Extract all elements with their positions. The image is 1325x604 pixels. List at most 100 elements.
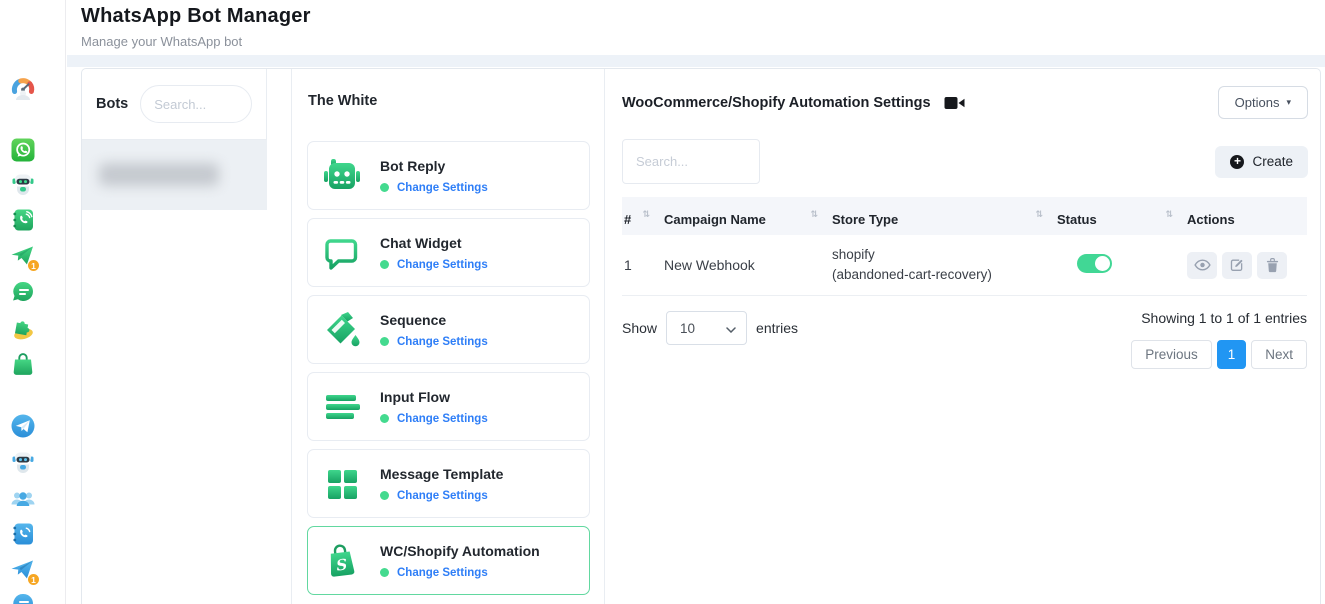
bot-name-title: The White xyxy=(308,93,377,109)
trash-icon xyxy=(1266,258,1279,273)
whatsapp-store-icon[interactable] xyxy=(10,351,36,377)
video-tutorial-icon[interactable] xyxy=(944,95,965,111)
store-type-cell: shopify (abandoned-cart-recovery) xyxy=(832,245,1057,284)
whatsapp-integrations-icon[interactable] xyxy=(10,315,36,341)
shopify-icon: S xyxy=(322,541,362,581)
menu-card-wc-shopify-automation[interactable]: S WC/Shopify Automation Change Settings xyxy=(307,526,590,595)
chevron-down-icon xyxy=(726,321,736,336)
column-header-num[interactable]: #⇅ xyxy=(624,205,664,227)
sort-icon[interactable]: ⇅ xyxy=(1035,210,1043,220)
menu-card-chat-widget[interactable]: Chat Widget Change Settings xyxy=(307,218,590,287)
page-subtitle: Manage your WhatsApp bot xyxy=(81,34,311,49)
status-dot xyxy=(380,414,389,423)
status-dot xyxy=(380,491,389,500)
notification-badge: 1 xyxy=(27,259,40,272)
bots-label: Bots xyxy=(96,96,128,112)
page-size-select[interactable]: 10 xyxy=(666,311,747,345)
whatsapp-chat-icon[interactable] xyxy=(10,279,36,305)
notification-badge: 1 xyxy=(27,573,40,586)
campaign-search-input[interactable] xyxy=(622,139,760,184)
paint-bucket-icon xyxy=(322,310,362,350)
panel-title: WooCommerce/Shopify Automation Settings xyxy=(622,95,965,111)
page-header: WhatsApp Bot Manager Manage your WhatsAp… xyxy=(81,5,311,49)
menu-card-title: Sequence xyxy=(380,312,446,328)
menu-card-bot-reply[interactable]: Bot Reply Change Settings xyxy=(307,141,590,210)
app-icon-rail: 1 xyxy=(0,0,66,604)
page-title: WhatsApp Bot Manager xyxy=(81,5,311,28)
menu-card-input-flow[interactable]: Input Flow Change Settings xyxy=(307,372,590,441)
plus-icon: + xyxy=(1230,155,1244,169)
view-button[interactable] xyxy=(1187,252,1217,279)
change-settings-link[interactable]: Change Settings xyxy=(397,182,488,194)
bot-name-redacted xyxy=(99,163,219,186)
change-settings-link[interactable]: Change Settings xyxy=(397,259,488,271)
change-settings-link[interactable]: Change Settings xyxy=(397,567,488,579)
bot-menu-panel: The White Bot Reply xyxy=(292,69,605,604)
sort-icon[interactable]: ⇅ xyxy=(1165,210,1173,220)
menu-card-title: WC/Shopify Automation xyxy=(380,543,540,559)
bots-panel-header: Bots xyxy=(82,69,267,140)
pagination: Previous 1 Next xyxy=(1131,340,1307,369)
change-settings-link[interactable]: Change Settings xyxy=(397,336,488,348)
toggle-knob xyxy=(1095,256,1110,271)
column-header-campaign-name[interactable]: Campaign Name⇅ xyxy=(664,205,832,227)
table-header-row: #⇅ Campaign Name⇅ Store Type⇅ Status⇅ Ac… xyxy=(622,197,1307,235)
telegram-chat-icon[interactable] xyxy=(10,591,36,604)
row-number: 1 xyxy=(624,257,664,273)
status-dot xyxy=(380,337,389,346)
menu-card-message-template[interactable]: Message Template Change Settings xyxy=(307,449,590,518)
column-header-actions: Actions xyxy=(1187,205,1305,227)
change-settings-link[interactable]: Change Settings xyxy=(397,413,488,425)
sort-icon[interactable]: ⇅ xyxy=(642,210,650,220)
show-label: Show xyxy=(622,320,657,336)
header-divider-strip xyxy=(67,55,1325,67)
create-button[interactable]: + Create xyxy=(1215,146,1308,178)
menu-card-title: Message Template xyxy=(380,466,503,482)
entries-summary: Showing 1 to 1 of 1 entries xyxy=(1141,310,1307,326)
bots-search-input[interactable] xyxy=(140,85,252,123)
whatsapp-contacts-icon[interactable] xyxy=(10,207,36,233)
telegram-bot-icon[interactable] xyxy=(10,449,36,475)
chevron-down-icon: ▾ xyxy=(1286,97,1291,108)
grid-icon xyxy=(322,464,362,504)
status-dot xyxy=(380,183,389,192)
column-header-status[interactable]: Status⇅ xyxy=(1057,205,1187,227)
telegram-contacts-icon[interactable] xyxy=(10,521,36,547)
telegram-users-icon[interactable] xyxy=(10,485,36,511)
menu-card-title: Chat Widget xyxy=(380,235,462,251)
table-row: 1 New Webhook shopify (abandoned-cart-re… xyxy=(622,235,1307,296)
sort-icon[interactable]: ⇅ xyxy=(810,210,818,220)
bot-list-item-selected[interactable] xyxy=(82,140,267,210)
automation-settings-panel: WooCommerce/Shopify Automation Settings … xyxy=(605,69,1322,604)
chat-bubble-icon xyxy=(322,233,362,273)
bars-icon xyxy=(322,387,362,427)
campaign-name-cell: New Webhook xyxy=(664,257,832,273)
telegram-icon[interactable] xyxy=(10,413,36,439)
whatsapp-broadcast-icon[interactable]: 1 xyxy=(10,243,36,269)
menu-card-title: Input Flow xyxy=(380,389,450,405)
next-page-button[interactable]: Next xyxy=(1251,340,1307,369)
campaigns-table: #⇅ Campaign Name⇅ Store Type⇅ Status⇅ Ac… xyxy=(622,197,1307,296)
options-button[interactable]: Options ▾ xyxy=(1218,86,1308,119)
status-dot xyxy=(380,568,389,577)
change-settings-link[interactable]: Change Settings xyxy=(397,490,488,502)
status-dot xyxy=(380,260,389,269)
entries-label: entries xyxy=(756,320,798,336)
telegram-broadcast-icon[interactable]: 1 xyxy=(10,557,36,583)
whatsapp-icon[interactable] xyxy=(10,137,36,163)
speedometer-dashboard-icon[interactable] xyxy=(10,76,36,102)
whatsapp-bot-icon[interactable] xyxy=(10,171,36,197)
menu-card-sequence[interactable]: Sequence Change Settings xyxy=(307,295,590,364)
bots-panel: Bots xyxy=(82,69,292,604)
edit-icon xyxy=(1230,258,1244,272)
bot-manager-card: Bots The White xyxy=(81,68,1321,604)
page-1-button[interactable]: 1 xyxy=(1217,340,1247,369)
edit-button[interactable] xyxy=(1222,252,1252,279)
previous-page-button[interactable]: Previous xyxy=(1131,340,1212,369)
menu-card-title: Bot Reply xyxy=(380,158,445,174)
eye-icon xyxy=(1194,259,1211,271)
column-header-store-type[interactable]: Store Type⇅ xyxy=(832,205,1057,227)
robot-icon xyxy=(322,156,362,196)
delete-button[interactable] xyxy=(1257,252,1287,279)
status-toggle[interactable] xyxy=(1077,254,1112,273)
